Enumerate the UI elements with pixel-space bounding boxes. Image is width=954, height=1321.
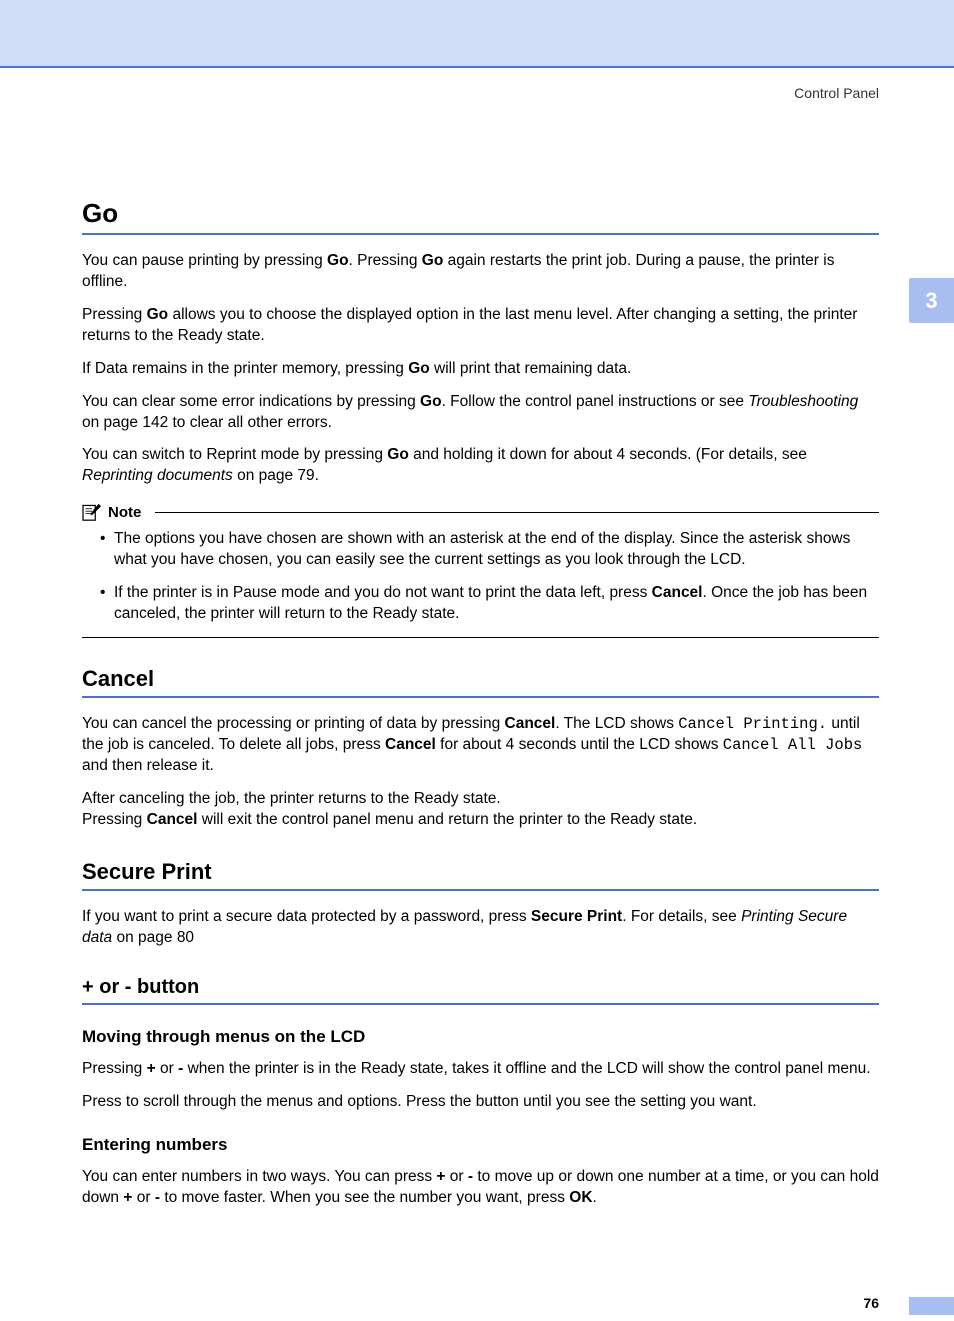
bold-secure-print: Secure Print [531, 908, 622, 925]
text: Pressing [82, 811, 147, 828]
note-rule-top [155, 512, 879, 513]
link-reprinting-documents[interactable]: Reprinting documents [82, 467, 233, 484]
secure-paragraph-1: If you want to print a secure data prote… [82, 907, 879, 949]
bold-plus: + [147, 1060, 156, 1077]
text: . Pressing [349, 252, 422, 269]
text: will exit the control panel menu and ret… [197, 811, 697, 828]
pm-paragraph-1: Pressing + or - when the printer is in t… [82, 1059, 879, 1080]
note-rule-bottom [82, 637, 879, 638]
text: If you want to print a secure data prote… [82, 908, 531, 925]
text: and then release it. [82, 757, 214, 774]
go-paragraph-2: Pressing Go allows you to choose the dis… [82, 305, 879, 347]
text: You can cancel the processing or printin… [82, 715, 505, 732]
text: for about 4 seconds until the LCD shows [436, 736, 723, 753]
note-header: Note [82, 503, 879, 521]
pm-paragraph-3: You can enter numbers in two ways. You c… [82, 1167, 879, 1209]
bold-cancel: Cancel [147, 811, 198, 828]
bold-cancel: Cancel [385, 736, 436, 753]
go-paragraph-5: You can switch to Reprint mode by pressi… [82, 445, 879, 487]
bold-go: Go [420, 393, 442, 410]
bold-cancel: Cancel [505, 715, 556, 732]
heading-plus-minus: + or - button [82, 976, 879, 1005]
heading-secure-print: Secure Print [82, 859, 879, 891]
go-paragraph-1: You can pause printing by pressing Go. P… [82, 251, 879, 293]
note-list: The options you have chosen are shown wi… [82, 529, 879, 625]
heading-go: Go [82, 198, 879, 235]
bold-go: Go [387, 446, 409, 463]
text: will print that remaining data. [430, 360, 632, 377]
go-paragraph-3: If Data remains in the printer memory, p… [82, 359, 879, 380]
text: You can enter numbers in two ways. You c… [82, 1168, 436, 1185]
chapter-number-tab: 3 [909, 278, 954, 323]
header-section-label: Control Panel [794, 85, 879, 101]
text: After canceling the job, the printer ret… [82, 790, 501, 807]
text: Pressing [82, 1060, 147, 1077]
note-item-1: The options you have chosen are shown wi… [100, 529, 879, 571]
page-footer: 76 [82, 1281, 879, 1321]
link-troubleshooting[interactable]: Troubleshooting [748, 393, 858, 410]
text: . Follow the control panel instructions … [442, 393, 749, 410]
page-content: Go You can pause printing by pressing Go… [0, 68, 954, 1281]
text: or [445, 1168, 467, 1185]
pm-paragraph-2: Press to scroll through the menus and op… [82, 1092, 879, 1113]
text: when the printer is in the Ready state, … [183, 1060, 870, 1077]
subheading-entering-numbers: Entering numbers [82, 1135, 879, 1155]
go-paragraph-4: You can clear some error indications by … [82, 392, 879, 434]
text: to move faster. When you see the number … [160, 1189, 569, 1206]
cancel-paragraph-2: After canceling the job, the printer ret… [82, 789, 879, 831]
text: You can clear some error indications by … [82, 393, 420, 410]
bold-go: Go [408, 360, 430, 377]
note-block: Note The options you have chosen are sho… [82, 503, 879, 638]
text: Pressing [82, 306, 147, 323]
text: . For details, see [622, 908, 741, 925]
subheading-moving-menus: Moving through menus on the LCD [82, 1027, 879, 1047]
bold-go: Go [422, 252, 444, 269]
text: on page 80 [112, 929, 194, 946]
text: You can pause printing by pressing [82, 252, 327, 269]
note-item-2: If the printer is in Pause mode and you … [100, 583, 879, 625]
text: You can switch to Reprint mode by pressi… [82, 446, 387, 463]
text: . [593, 1189, 597, 1206]
note-label: Note [108, 504, 141, 521]
top-band [0, 0, 954, 68]
text: If Data remains in the printer memory, p… [82, 360, 408, 377]
text: or [132, 1189, 154, 1206]
cancel-paragraph-1: You can cancel the processing or printin… [82, 714, 879, 777]
heading-cancel: Cancel [82, 666, 879, 698]
text: and holding it down for about 4 seconds.… [409, 446, 807, 463]
lcd-text: Cancel Printing. [678, 715, 827, 733]
bold-cancel: Cancel [652, 584, 703, 601]
bold-go: Go [147, 306, 169, 323]
text: allows you to choose the displayed optio… [82, 306, 857, 344]
text: If the printer is in Pause mode and you … [114, 584, 652, 601]
text: . The LCD shows [555, 715, 678, 732]
text: or [156, 1060, 178, 1077]
text: on page 142 to clear all other errors. [82, 414, 332, 431]
note-pencil-icon [82, 503, 102, 521]
lcd-text: Cancel All Jobs [723, 736, 863, 754]
page-number: 76 [863, 1295, 879, 1311]
manual-page: Control Panel 3 Go You can pause printin… [0, 0, 954, 1321]
bold-ok: OK [569, 1189, 592, 1206]
page-number-tab [909, 1297, 954, 1315]
text: on page 79. [233, 467, 319, 484]
bold-go: Go [327, 252, 349, 269]
